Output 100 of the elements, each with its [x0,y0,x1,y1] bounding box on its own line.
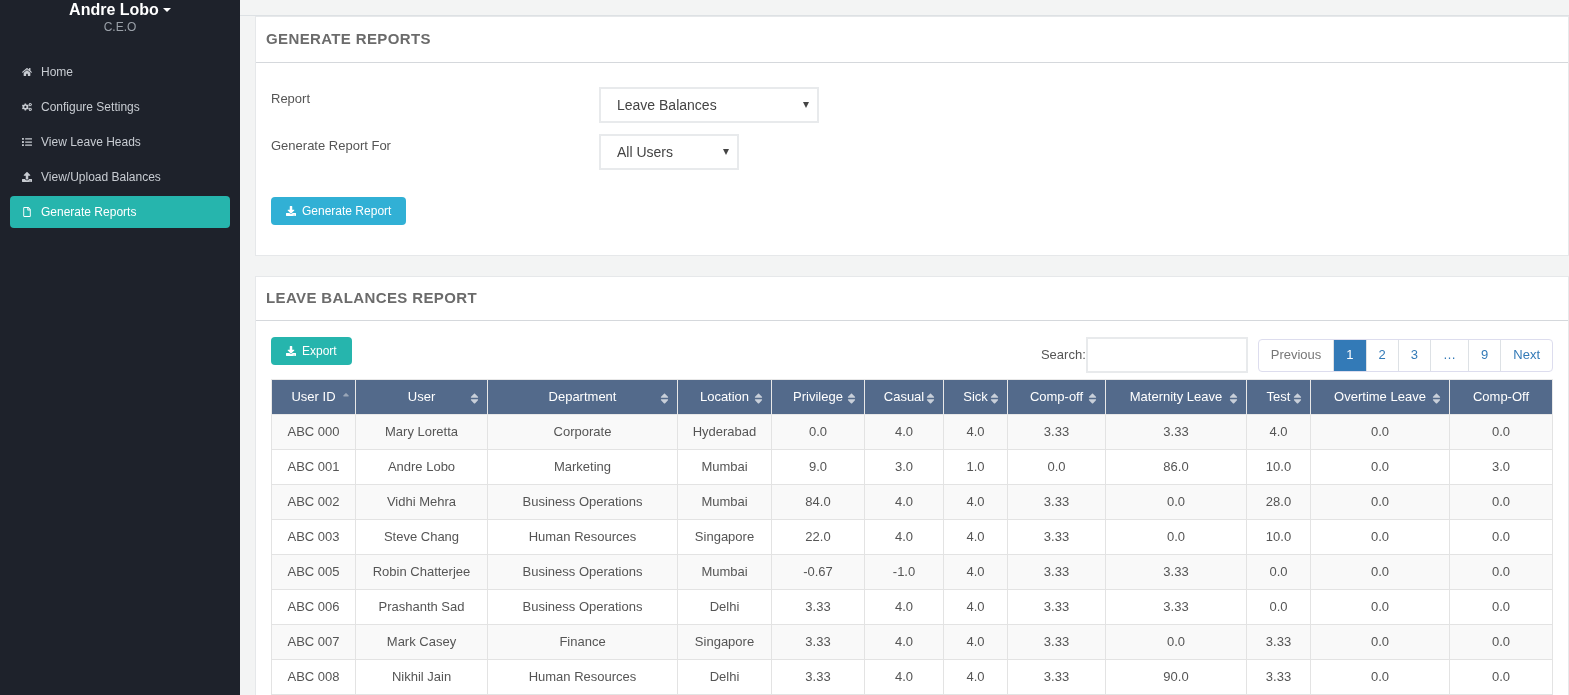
column-header[interactable]: Maternity Leave [1105,379,1247,415]
table-cell: 86.0 [1105,449,1247,485]
table-cell: 0.0 [1310,484,1450,520]
profile-name[interactable]: Andre Lobo [69,0,171,20]
table-cell: 3.33 [1007,659,1106,695]
sidebar-item[interactable]: Configure Settings [10,91,230,123]
pagination-button[interactable]: 2 [1365,339,1398,371]
upload-icon [22,172,32,182]
table-cell: 0.0 [1310,519,1450,555]
table-cell: Delhi [677,659,772,695]
table-cell: 4.0 [864,484,944,520]
panel-title: GENERATE REPORTS [266,29,431,50]
table-cell: 0.0 [771,414,865,450]
sort-icon [1291,392,1304,405]
column-header[interactable]: Comp-off [1007,379,1106,415]
pagination-button[interactable]: Previous [1258,339,1334,371]
sort-icon [658,392,671,405]
table-cell: 3.33 [1105,589,1247,625]
pagination-button[interactable]: 9 [1468,339,1501,371]
table-cell: 0.0 [1310,554,1450,590]
table-cell: Hyderabad [677,414,772,450]
column-header[interactable]: Comp-Off [1449,379,1553,415]
pagination-button[interactable]: 1 [1333,339,1366,371]
column-header[interactable]: Test [1246,379,1311,415]
table-cell: Mumbai [677,484,772,520]
table-cell: Steve Chang [355,519,488,555]
table-cell: Business Operations [487,589,678,625]
select-field[interactable]: Leave Balances [599,87,819,123]
table-cell: 0.0 [1310,589,1450,625]
sort-icon [1086,392,1099,405]
sort-icon [845,392,858,405]
column-header[interactable]: Sick [943,379,1008,415]
column-header[interactable]: Privilege [771,379,865,415]
table-cell: 4.0 [943,624,1008,660]
pagination-button[interactable]: Next [1500,339,1552,371]
table-cell: 84.0 [771,484,865,520]
table-cell: 0.0 [1449,624,1553,660]
table-cell: ABC 000 [271,414,356,450]
table-cell: Mumbai [677,554,772,590]
table-cell: 3.33 [1246,624,1311,660]
list-icon [22,137,32,147]
table-cell: 3.33 [1105,554,1247,590]
column-header[interactable]: User ID [271,379,356,415]
table-cell: 4.0 [943,484,1008,520]
pagination-button[interactable]: … [1430,339,1469,371]
search-label: Search: [1040,346,1086,365]
sidebar-item[interactable]: View/Upload Balances [10,161,230,193]
table-cell: 10.0 [1246,519,1311,555]
table-cell: ABC 008 [271,659,356,695]
column-header[interactable]: Location [677,379,772,415]
table-cell: Singapore [677,624,772,660]
table-cell: Corporate [487,414,678,450]
table-cell: Prashanth Sad [355,589,488,625]
sort-icon [468,392,481,405]
sort-icon [924,392,937,405]
table-cell: 0.0 [1449,414,1553,450]
column-header[interactable]: Overtime Leave [1310,379,1450,415]
sidebar-item[interactable]: View Leave Heads [10,126,230,158]
table-cell: 4.0 [943,659,1008,695]
table-cell: 3.33 [771,624,865,660]
table-cell: 28.0 [1246,484,1311,520]
table-cell: 0.0 [1310,449,1450,485]
table-cell: 0.0 [1449,554,1553,590]
table-cell: 0.0 [1105,624,1247,660]
table-cell: 0.0 [1007,449,1106,485]
table-cell: 4.0 [864,589,944,625]
pagination-button[interactable]: 3 [1397,339,1431,371]
table-cell: ABC 001 [271,449,356,485]
gears-icon [22,102,32,112]
table-cell: 4.0 [943,554,1008,590]
table-cell: -1.0 [864,554,944,590]
column-header[interactable]: Casual [864,379,944,415]
table-cell: 0.0 [1105,484,1247,520]
select-field[interactable]: All Users [599,134,739,170]
column-header[interactable]: User [355,379,488,415]
download-icon [286,206,296,216]
table-cell: Mary Loretta [355,414,488,450]
table-cell: Robin Chatterjee [355,554,488,590]
table-cell: 22.0 [771,519,865,555]
table-cell: Marketing [487,449,678,485]
caret-icon [803,102,809,108]
table-cell: Mumbai [677,449,772,485]
table-cell: 3.33 [1007,484,1106,520]
table-cell: 0.0 [1449,519,1553,555]
table-cell: 4.0 [943,414,1008,450]
table-cell: Business Operations [487,484,678,520]
table-cell: Mark Casey [355,624,488,660]
sidebar-item[interactable]: Home [10,56,230,88]
field-label: Report [271,90,312,108]
column-header[interactable]: Department [487,379,678,415]
table-cell: Andre Lobo [355,449,488,485]
table-cell: Human Resources [487,659,678,695]
table-cell: ABC 006 [271,589,356,625]
table-cell: 3.33 [1007,414,1106,450]
table-cell: 3.0 [1449,449,1553,485]
sort-icon [1430,392,1443,405]
table-cell: ABC 007 [271,624,356,660]
table-cell: ABC 005 [271,554,356,590]
sort-icon [1227,392,1240,405]
table-cell: -0.67 [771,554,865,590]
